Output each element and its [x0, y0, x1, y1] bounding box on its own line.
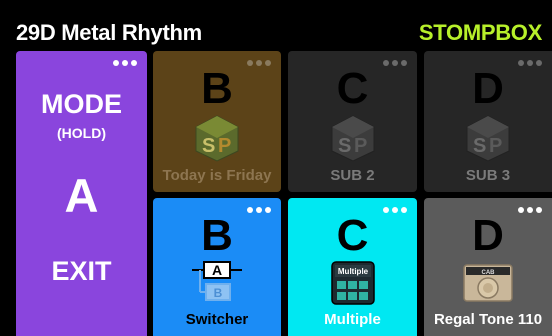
more-options-icon[interactable] [247, 60, 271, 66]
footswitch-tile-b-bottom[interactable]: B A B Switcher [153, 198, 281, 336]
footswitch-label: Switcher [185, 311, 249, 328]
footswitch-tile-c-bottom[interactable]: C Multiple Multiple [288, 198, 417, 336]
footswitch-tile-d-top[interactable]: D S P SUB 3 [424, 51, 552, 192]
ab-switcher-icon: A B [192, 261, 242, 303]
hold-label-text: (HOLD) [57, 125, 106, 141]
bank-letter: A [64, 169, 99, 222]
footswitch-letter: D [472, 211, 504, 260]
svg-text:B: B [214, 286, 223, 300]
footswitch-tile-c-top[interactable]: C S P SUB 2 [288, 51, 417, 192]
footswitch-label: SUB 2 [330, 167, 375, 184]
svg-text:P: P [354, 135, 367, 157]
svg-text:S: S [202, 135, 215, 157]
svg-text:P: P [489, 135, 502, 157]
mode-exit-tile[interactable]: MODE (HOLD) A EXIT [16, 51, 147, 336]
svg-text:S: S [473, 135, 486, 157]
svg-text:P: P [218, 135, 231, 157]
mode-label-text: MODE [41, 89, 122, 119]
footswitch-letter: B [201, 64, 233, 113]
svg-text:Multiple: Multiple [337, 267, 368, 276]
footswitch-letter: C [336, 64, 369, 113]
more-options-icon[interactable] [518, 60, 542, 66]
svg-text:A: A [212, 262, 222, 278]
footswitch-label: SUB 3 [465, 167, 511, 184]
sp-logo-icon: S P [194, 114, 240, 162]
footswitch-label: Today is Friday [162, 167, 272, 184]
footswitch-label: Regal Tone 110 [433, 311, 543, 328]
footswitch-label: Multiple [324, 311, 381, 328]
amp-cab-icon: CAB [463, 264, 513, 302]
mode-label: STOMPBOX [418, 20, 542, 45]
svg-text:CAB: CAB [482, 270, 496, 276]
sp-logo-icon: S P [465, 114, 511, 162]
more-options-icon[interactable] [383, 207, 407, 213]
exit-label-text: EXIT [51, 256, 112, 286]
footswitch-letter: C [336, 211, 369, 260]
svg-text:S: S [338, 135, 351, 157]
header-bar: 29D Metal Rhythm STOMPBOX [0, 0, 552, 46]
footswitch-letter: D [472, 64, 504, 113]
more-options-icon[interactable] [247, 207, 271, 213]
footswitch-tile-d-bottom[interactable]: D CAB Regal Tone 110 [424, 198, 552, 336]
more-options-icon[interactable] [113, 60, 137, 66]
multiple-pedal-icon: Multiple [330, 260, 376, 306]
sp-logo-icon: S P [330, 114, 376, 162]
more-options-icon[interactable] [518, 207, 542, 213]
preset-name[interactable]: 29D Metal Rhythm [16, 20, 202, 46]
more-options-icon[interactable] [383, 60, 407, 66]
footswitch-letter: B [201, 211, 233, 260]
footswitch-tile-b-top[interactable]: B S P Today is Friday [153, 51, 281, 192]
